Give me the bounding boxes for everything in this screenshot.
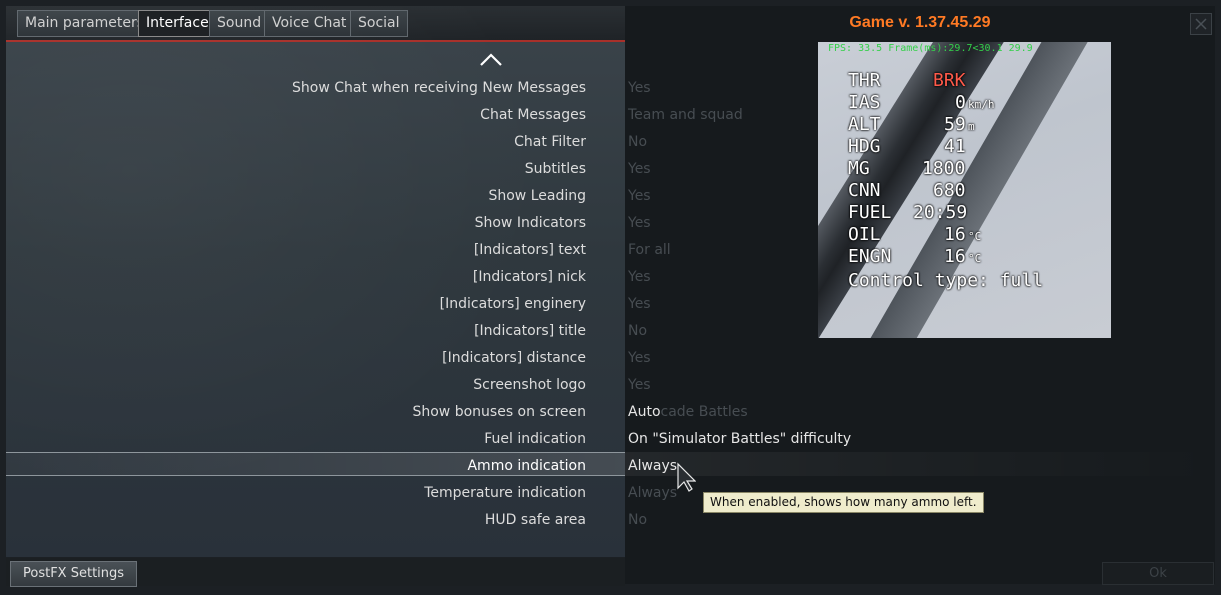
close-button[interactable] [1190, 13, 1212, 35]
close-icon [1195, 18, 1207, 30]
tab-main-parameters[interactable]: Main parameters [17, 10, 153, 37]
hud-label: IAS [848, 92, 881, 113]
setting-label[interactable]: [Indicators] title [474, 323, 586, 339]
mouse-cursor-icon [677, 462, 696, 492]
setting-value[interactable]: On "Simulator Battles" difficulty [628, 431, 851, 447]
control-type-text: Control type: full [848, 270, 1044, 291]
setting-value[interactable]: Autocade Battles [628, 404, 748, 420]
setting-label[interactable]: Show Chat when receiving New Messages [292, 80, 586, 96]
setting-label[interactable]: [Indicators] nick [473, 269, 586, 285]
setting-value[interactable]: Yes [628, 350, 651, 366]
setting-label[interactable]: Show Leading [488, 188, 586, 204]
hud-label: MG [848, 158, 870, 179]
setting-label[interactable]: Show Indicators [475, 215, 586, 231]
hud-value: BRK [933, 70, 966, 91]
fps-counter: FPS: 33.5 Frame(ms):29.7<30.1 29.9 [828, 43, 1033, 54]
hud-label: FUEL [848, 202, 892, 223]
tab-sound[interactable]: Sound [209, 10, 270, 37]
hud-value: 59 [944, 114, 966, 135]
setting-value[interactable]: Yes [628, 269, 651, 285]
hud-value: 680 [933, 180, 966, 201]
hud-value: 16 [944, 224, 966, 245]
setting-value-selected[interactable]: Always [628, 458, 677, 474]
hud-unit: °C [968, 230, 982, 243]
setting-label[interactable]: Fuel indication [484, 431, 586, 447]
setting-label[interactable]: Subtitles [525, 161, 586, 177]
hud-preview: FPS: 33.5 Frame(ms):29.7<30.1 29.9 THR BR… [818, 42, 1111, 338]
hud-unit: °C [968, 252, 982, 265]
hud-unit: km/h [968, 98, 995, 111]
setting-value[interactable]: Yes [628, 215, 651, 231]
setting-value[interactable]: Always [628, 485, 677, 501]
tooltip: When enabled, shows how many ammo left. [703, 492, 984, 513]
setting-label-selected[interactable]: Ammo indication [467, 458, 586, 474]
setting-label[interactable]: Screenshot logo [473, 377, 586, 393]
hud-value: 1800 [922, 158, 966, 179]
value-ghost-text: cade Battles [660, 404, 748, 420]
tab-bar: Main parameters Interface Sound Voice Ch… [6, 6, 625, 42]
setting-value[interactable]: No [628, 134, 647, 150]
tab-voice-chat[interactable]: Voice Chat [264, 10, 355, 37]
setting-value[interactable]: No [628, 323, 647, 339]
setting-label[interactable]: Temperature indication [424, 485, 586, 501]
scroll-up-icon[interactable] [479, 52, 503, 68]
ok-button[interactable]: Ok [1102, 562, 1214, 585]
postfx-settings-button[interactable]: PostFX Settings [10, 561, 138, 587]
hud-label: OIL [848, 224, 881, 245]
hud-label: ALT [848, 114, 881, 135]
setting-value[interactable]: Yes [628, 188, 651, 204]
setting-value[interactable]: Yes [628, 296, 651, 312]
tab-social[interactable]: Social [350, 10, 408, 37]
hud-value: 41 [944, 136, 966, 157]
game-version: Game v. 1.37.45.29 [849, 14, 991, 31]
hud-unit: m [968, 120, 975, 133]
hud-value: 0 [955, 92, 966, 113]
setting-value[interactable]: Yes [628, 161, 651, 177]
hud-label: CNN [848, 180, 881, 201]
hud-label: ENGN [848, 246, 892, 267]
selected-value-highlight [625, 452, 1215, 476]
settings-panel: Main parameters Interface Sound Voice Ch… [6, 6, 625, 557]
hud-value: 20:59 [913, 202, 968, 223]
tab-interface[interactable]: Interface [138, 10, 217, 37]
setting-value[interactable]: Yes [628, 80, 651, 96]
hud-label: HDG [848, 136, 881, 157]
setting-label[interactable]: [Indicators] text [474, 242, 586, 258]
setting-value[interactable]: Team and squad [628, 107, 743, 123]
setting-label[interactable]: Chat Messages [480, 107, 586, 123]
setting-label[interactable]: Show bonuses on screen [412, 404, 586, 420]
setting-value[interactable]: For all [628, 242, 671, 258]
value-text: Auto [628, 404, 661, 420]
hud-value: 16 [944, 246, 966, 267]
setting-value[interactable]: Yes [628, 377, 651, 393]
setting-label[interactable]: [Indicators] enginery [440, 296, 586, 312]
setting-value[interactable]: No [628, 512, 647, 528]
setting-label[interactable]: [Indicators] distance [442, 350, 586, 366]
setting-label[interactable]: HUD safe area [485, 512, 586, 528]
setting-label[interactable]: Chat Filter [514, 134, 586, 150]
hud-label: THR [848, 70, 881, 91]
